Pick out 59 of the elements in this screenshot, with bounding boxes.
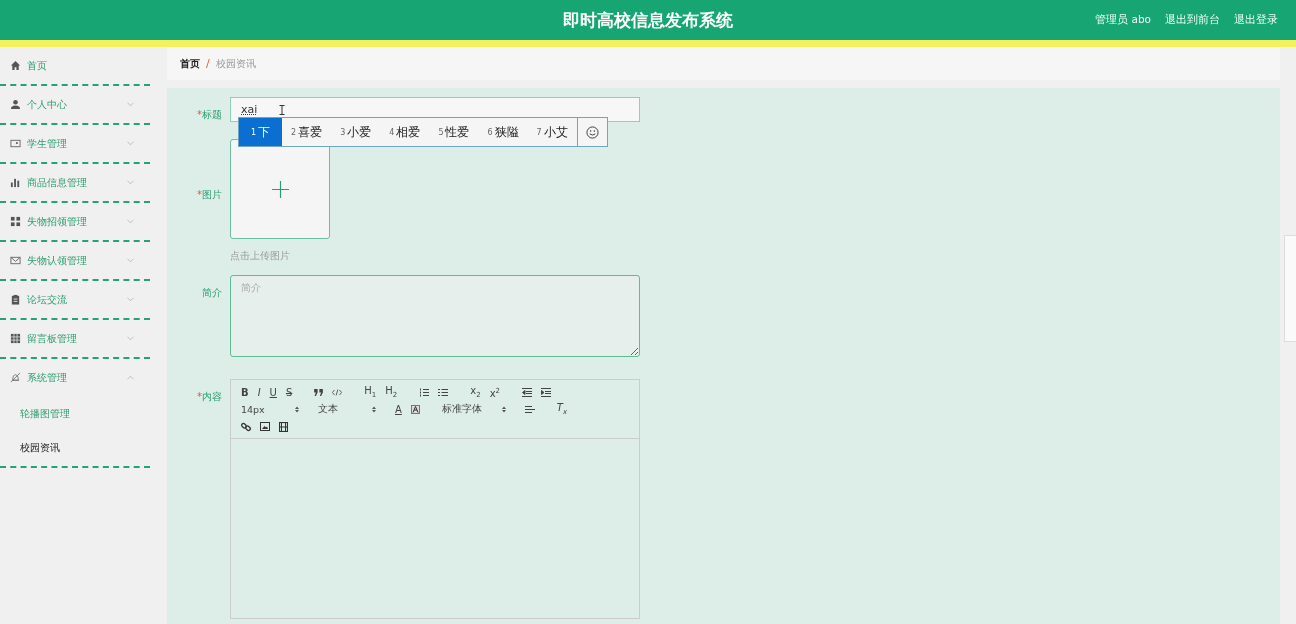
chevron-down-icon <box>127 258 134 263</box>
font-size-select[interactable]: 14px <box>241 404 299 415</box>
updown-icon <box>295 406 299 413</box>
chevron-down-icon <box>127 102 134 107</box>
grid-icon <box>10 216 21 227</box>
field-label: 简介 <box>202 287 222 298</box>
plus-icon <box>271 180 289 198</box>
table-icon <box>10 333 21 344</box>
indent-icon[interactable] <box>541 388 552 397</box>
chevron-down-icon <box>127 141 134 146</box>
breadcrumb-separator: / <box>206 57 210 70</box>
clear-format-button[interactable]: T$_{x}$ <box>556 401 568 418</box>
subscript-button[interactable]: x$_{2}$ <box>470 384 481 401</box>
underline-button[interactable]: U <box>269 386 277 399</box>
chevron-down-icon <box>127 297 134 302</box>
image-upload[interactable] <box>230 139 330 239</box>
breadcrumb-item[interactable]: 首页 <box>180 56 200 71</box>
superscript-button[interactable]: x$^{2}$ <box>489 384 501 401</box>
smiley-icon <box>585 125 599 139</box>
breadcrumb-item: 校园资讯 <box>215 56 256 71</box>
field-label: *图片 <box>197 189 222 200</box>
updown-icon <box>501 406 506 413</box>
chevron-down-icon <box>127 219 134 224</box>
user-icon <box>10 99 21 110</box>
outdent-icon[interactable] <box>522 388 533 397</box>
id-card-icon <box>10 138 21 149</box>
image-icon[interactable] <box>260 422 270 431</box>
chevron-up-icon <box>127 375 134 380</box>
italic-button[interactable]: I <box>257 386 261 399</box>
bell-off-icon <box>10 372 21 383</box>
chevron-down-icon <box>127 336 134 341</box>
app-title: 即时高校信息发布系统 <box>563 8 733 32</box>
home-icon <box>10 60 21 71</box>
bold-button[interactable]: B <box>241 386 249 399</box>
video-icon[interactable] <box>279 421 288 432</box>
highlight-icon[interactable] <box>410 405 420 414</box>
updown-icon <box>372 406 376 413</box>
field-label: *内容 <box>197 391 222 402</box>
quote-icon[interactable] <box>314 389 324 396</box>
ime-candidate[interactable]: 1 下 <box>239 118 283 146</box>
heading-button[interactable]: H$_{2}$ <box>385 384 398 401</box>
code-icon[interactable] <box>332 389 343 396</box>
text-cursor-icon <box>279 104 286 115</box>
align-icon[interactable] <box>524 405 535 414</box>
text-color-button[interactable]: A <box>395 403 402 416</box>
heading-select[interactable]: 文本 <box>318 403 376 416</box>
clipboard-icon <box>10 294 21 305</box>
submenu-item[interactable]: 校园资讯 <box>0 431 150 466</box>
envelope-icon <box>10 255 21 266</box>
font-select[interactable]: 标准字体 <box>441 403 506 416</box>
bullet-list-icon[interactable] <box>438 388 449 397</box>
chevron-down-icon <box>127 180 134 185</box>
field-label: *标题 <box>197 109 222 120</box>
heading-button[interactable]: H$_{1}$ <box>364 384 377 401</box>
link-icon[interactable] <box>241 421 251 432</box>
upload-hint: 点击上传图片 <box>230 249 291 263</box>
ordered-list-icon[interactable] <box>419 388 430 397</box>
strike-button[interactable]: S <box>285 386 293 399</box>
bar-chart-icon <box>10 177 21 188</box>
